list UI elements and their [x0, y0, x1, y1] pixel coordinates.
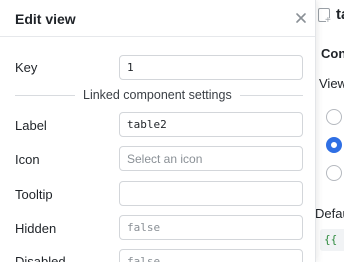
modal-header: Edit view: [0, 0, 315, 36]
label-input[interactable]: table2: [119, 112, 303, 137]
tooltip-input[interactable]: [119, 181, 303, 206]
view-label: View: [319, 76, 344, 91]
default-code-field[interactable]: {{ s: [320, 229, 344, 251]
app-stage: + ta Conte View Defau {{ s Edit view Key…: [0, 0, 344, 262]
tooltip-field-label: Tooltip: [15, 187, 53, 202]
close-button[interactable]: [292, 9, 310, 27]
view-radio-1[interactable]: [326, 109, 342, 125]
disabled-field-label: Disabled: [15, 254, 66, 262]
close-icon: [296, 13, 306, 23]
modal-title: Edit view: [15, 11, 76, 27]
view-radio-2[interactable]: [326, 137, 342, 153]
content-section-title: Conte: [321, 46, 344, 61]
key-label: Key: [15, 60, 38, 75]
icon-select[interactable]: Select an icon: [119, 146, 303, 171]
edit-view-modal: Edit view Key 1 Linked component setting…: [0, 0, 316, 262]
view-radio-3[interactable]: [326, 165, 342, 181]
disabled-input[interactable]: false: [119, 249, 303, 262]
label-field-label: Label: [15, 118, 47, 133]
header-divider: [0, 36, 315, 37]
inspector-title: ta: [336, 6, 344, 23]
plus-icon: +: [325, 15, 331, 26]
linked-settings-title: Linked component settings: [75, 88, 240, 102]
hidden-field-label: Hidden: [15, 221, 57, 236]
hidden-input[interactable]: false: [119, 215, 303, 240]
default-label: Defau: [315, 206, 344, 221]
icon-field-label: Icon: [15, 152, 40, 167]
key-input[interactable]: 1: [119, 55, 303, 80]
